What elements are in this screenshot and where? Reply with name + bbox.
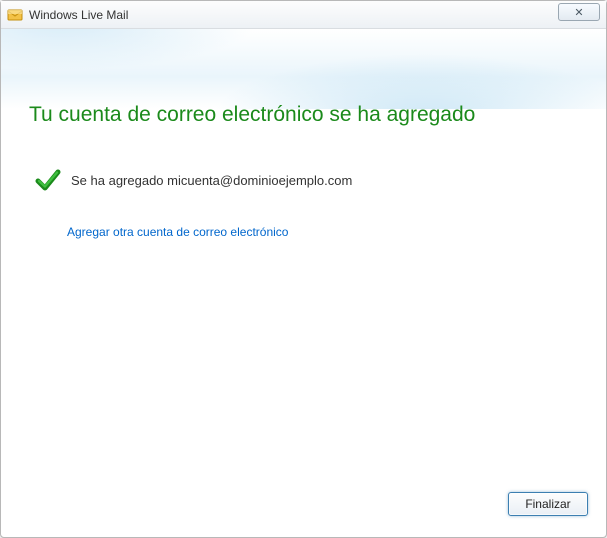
close-icon: ✕ xyxy=(574,6,583,19)
header-banner xyxy=(1,29,606,109)
status-text: Se ha agregado micuenta@dominioejemplo.c… xyxy=(71,173,352,188)
checkmark-icon xyxy=(35,167,61,193)
account-email: micuenta@dominioejemplo.com xyxy=(167,173,352,188)
status-row: Se ha agregado micuenta@dominioejemplo.c… xyxy=(35,167,578,193)
dialog-footer: Finalizar xyxy=(1,485,606,537)
add-another-account-link[interactable]: Agregar otra cuenta de correo electrónic… xyxy=(67,225,288,239)
dialog-window: Windows Live Mail ✕ Tu cuenta de correo … xyxy=(0,0,607,538)
window-title: Windows Live Mail xyxy=(29,8,128,22)
app-icon xyxy=(7,7,23,23)
status-prefix: Se ha agregado xyxy=(71,173,167,188)
finish-button[interactable]: Finalizar xyxy=(508,492,588,516)
link-row: Agregar otra cuenta de correo electrónic… xyxy=(67,223,578,241)
content-area: Tu cuenta de correo electrónico se ha ag… xyxy=(1,109,606,485)
titlebar: Windows Live Mail ✕ xyxy=(1,1,606,29)
page-heading: Tu cuenta de correo electrónico se ha ag… xyxy=(29,103,578,127)
close-button[interactable]: ✕ xyxy=(558,3,600,21)
